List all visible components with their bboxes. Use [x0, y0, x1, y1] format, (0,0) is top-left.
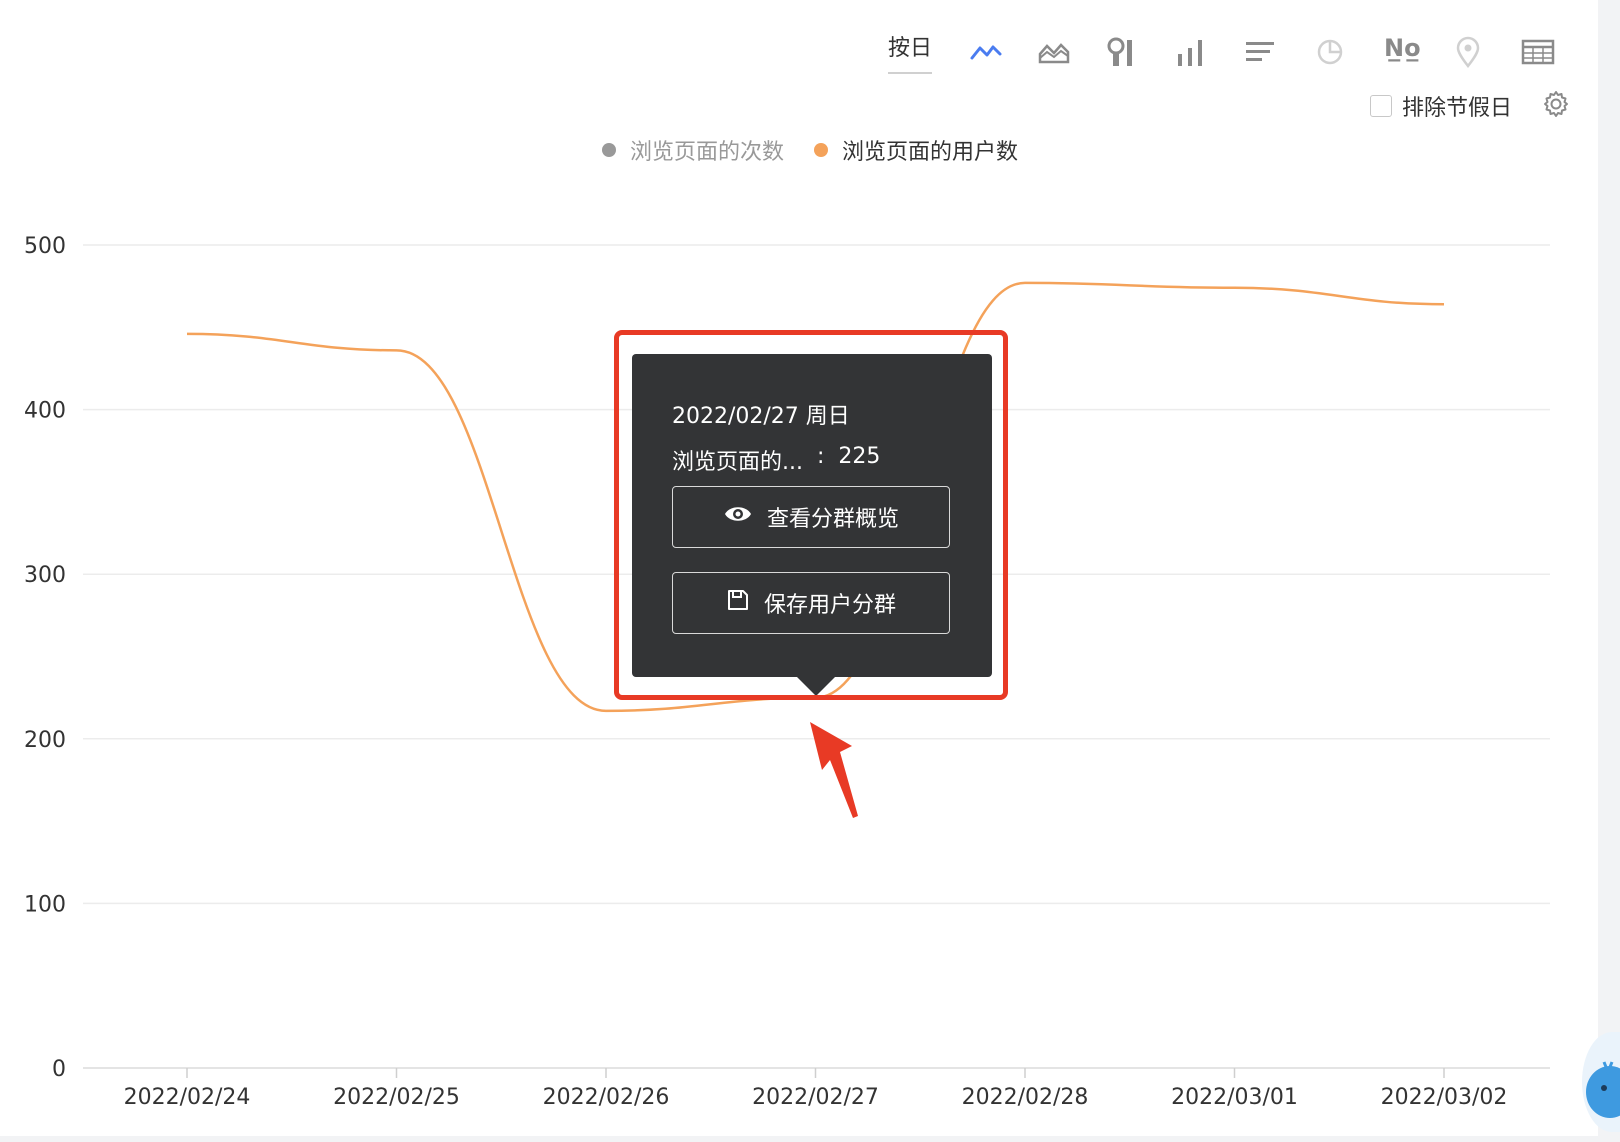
- annotation-arrow-shape: [810, 722, 858, 818]
- annotation-arrow: [810, 722, 858, 818]
